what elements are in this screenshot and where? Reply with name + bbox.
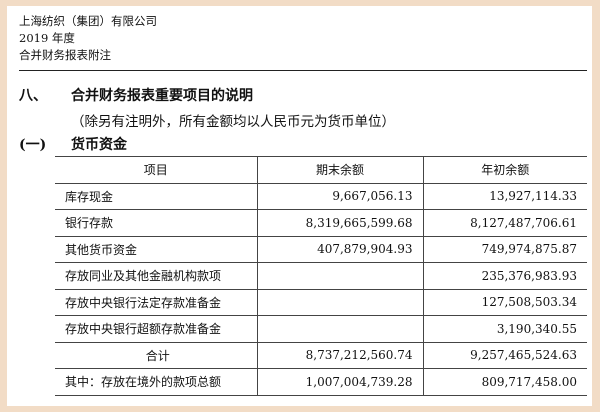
company-name: 上海纺织（集团）有限公司 bbox=[19, 14, 157, 28]
total-label: 合计 bbox=[55, 341, 257, 369]
document-page: 上海纺织（集团）有限公司 2019 年度 合并财务报表附注 八、 合并财务报表重… bbox=[7, 6, 592, 406]
section-title: 合并财务报表重要项目的说明 bbox=[71, 88, 253, 104]
table-row: 存放同业及其他金融机构款项 235,376,983.93 bbox=[55, 262, 587, 290]
table-row: 存放中央银行超额存款准备金 3,190,340.55 bbox=[55, 315, 587, 343]
row-end-balance bbox=[256, 315, 423, 343]
row-item: 存放中央银行超额存款准备金 bbox=[55, 315, 257, 343]
table-row: 存放中央银行法定存款准备金 127,508,503.34 bbox=[55, 288, 587, 316]
column-header-item: 项目 bbox=[55, 156, 257, 184]
row-begin-balance: 8,127,487,706.61 bbox=[422, 209, 587, 237]
total-row: 合计 8,737,212,560.74 9,257,465,524.63 bbox=[55, 341, 587, 369]
table-row: 其他货币资金 407,879,904.93 749,974,875.87 bbox=[55, 235, 587, 263]
row-item: 存放同业及其他金融机构款项 bbox=[55, 262, 257, 290]
row-item: 银行存款 bbox=[55, 209, 257, 237]
section-number: 八、 bbox=[19, 88, 47, 104]
subsection-title: 货币资金 bbox=[71, 137, 127, 153]
column-header-end-balance: 期末余额 bbox=[256, 156, 423, 184]
row-end-balance bbox=[256, 288, 423, 316]
column-header-begin-balance: 年初余额 bbox=[422, 156, 587, 184]
currency-note: （除另有注明外，所有金额均以人民币元为货币单位） bbox=[71, 114, 395, 130]
total-end-balance: 8,737,212,560.74 bbox=[256, 341, 423, 369]
row-end-balance: 9,667,056.13 bbox=[256, 182, 423, 210]
row-end-balance: 8,319,665,599.68 bbox=[256, 209, 423, 237]
overseas-begin-balance: 809,717,458.00 bbox=[422, 368, 587, 396]
row-begin-balance: 13,927,114.33 bbox=[422, 182, 587, 210]
row-item: 存放中央银行法定存款准备金 bbox=[55, 288, 257, 316]
total-begin-balance: 9,257,465,524.63 bbox=[422, 341, 587, 369]
table-row: 库存现金 9,667,056.13 13,927,114.33 bbox=[55, 182, 587, 210]
row-begin-balance: 749,974,875.87 bbox=[422, 235, 587, 263]
row-item: 其他货币资金 bbox=[55, 235, 257, 263]
overseas-row: 其中：存放在境外的款项总额 1,007,004,739.28 809,717,4… bbox=[55, 368, 587, 396]
monetary-funds-table: 项目 期末余额 年初余额 库存现金 9,667,056.13 13,927,11… bbox=[55, 156, 587, 396]
subsection-number: (一) bbox=[19, 137, 47, 153]
row-begin-balance: 127,508,503.34 bbox=[422, 288, 587, 316]
row-end-balance: 407,879,904.93 bbox=[256, 235, 423, 263]
row-item: 库存现金 bbox=[55, 182, 257, 210]
row-end-balance bbox=[256, 262, 423, 290]
document-title: 合并财务报表附注 bbox=[19, 48, 111, 62]
table-row: 银行存款 8,319,665,599.68 8,127,487,706.61 bbox=[55, 209, 587, 237]
row-begin-balance: 3,190,340.55 bbox=[422, 315, 587, 343]
table-header-row: 项目 期末余额 年初余额 bbox=[55, 156, 587, 184]
overseas-label: 其中：存放在境外的款项总额 bbox=[55, 368, 257, 396]
row-begin-balance: 235,376,983.93 bbox=[422, 262, 587, 290]
header-divider bbox=[19, 70, 587, 71]
report-year: 2019 年度 bbox=[19, 31, 75, 45]
overseas-end-balance: 1,007,004,739.28 bbox=[256, 368, 423, 396]
